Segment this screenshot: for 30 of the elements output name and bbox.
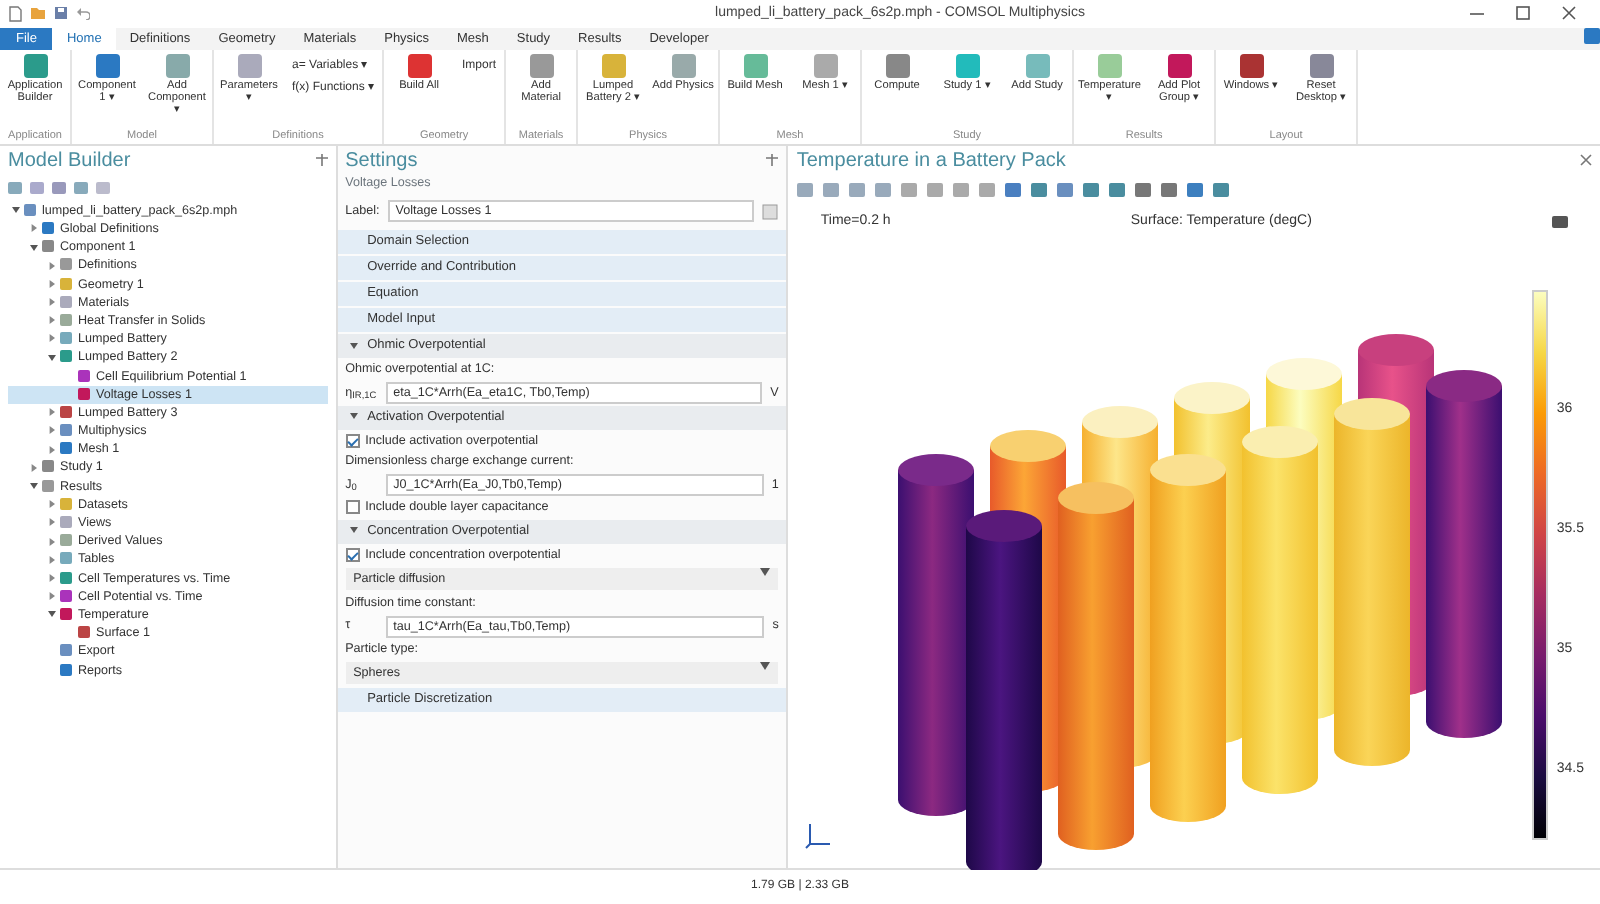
collapse-arrow-icon [349,412,358,421]
collapse-arrow-icon[interactable] [30,243,38,252]
expand-arrow-icon[interactable] [48,592,56,601]
close-icon[interactable] [1562,6,1576,21]
pin-icon[interactable] [315,153,328,166]
close-icon[interactable] [1580,153,1592,166]
panel-title: Temperature in a Battery Pack [794,147,1068,174]
save-icon[interactable] [54,5,68,20]
rename-icon[interactable] [762,203,779,220]
collapse-arrow-icon[interactable] [12,206,20,215]
collapse-arrow-icon [349,525,358,534]
folder-icon[interactable] [30,5,46,20]
checkbox[interactable] [345,434,360,449]
checkbox[interactable] [345,547,360,562]
maximize-icon[interactable] [1516,6,1530,21]
collapse-arrow-icon[interactable] [30,481,38,490]
caret-icon [760,662,771,671]
expand-arrow-icon[interactable] [30,224,38,233]
caret-icon [760,568,771,577]
expand-arrow-icon[interactable] [48,445,56,454]
undo-icon[interactable] [76,5,90,20]
panel-title: Model Builder [6,147,133,174]
panel-title: Settings [343,147,420,174]
checkbox[interactable] [345,500,360,515]
collapse-arrow-icon[interactable] [48,353,56,362]
collapse-arrow-icon[interactable] [48,610,56,619]
expand-arrow-icon[interactable] [30,463,38,472]
pin-icon[interactable] [766,153,779,166]
new-file-icon[interactable] [8,5,22,22]
collapse-arrow-icon [349,341,358,350]
